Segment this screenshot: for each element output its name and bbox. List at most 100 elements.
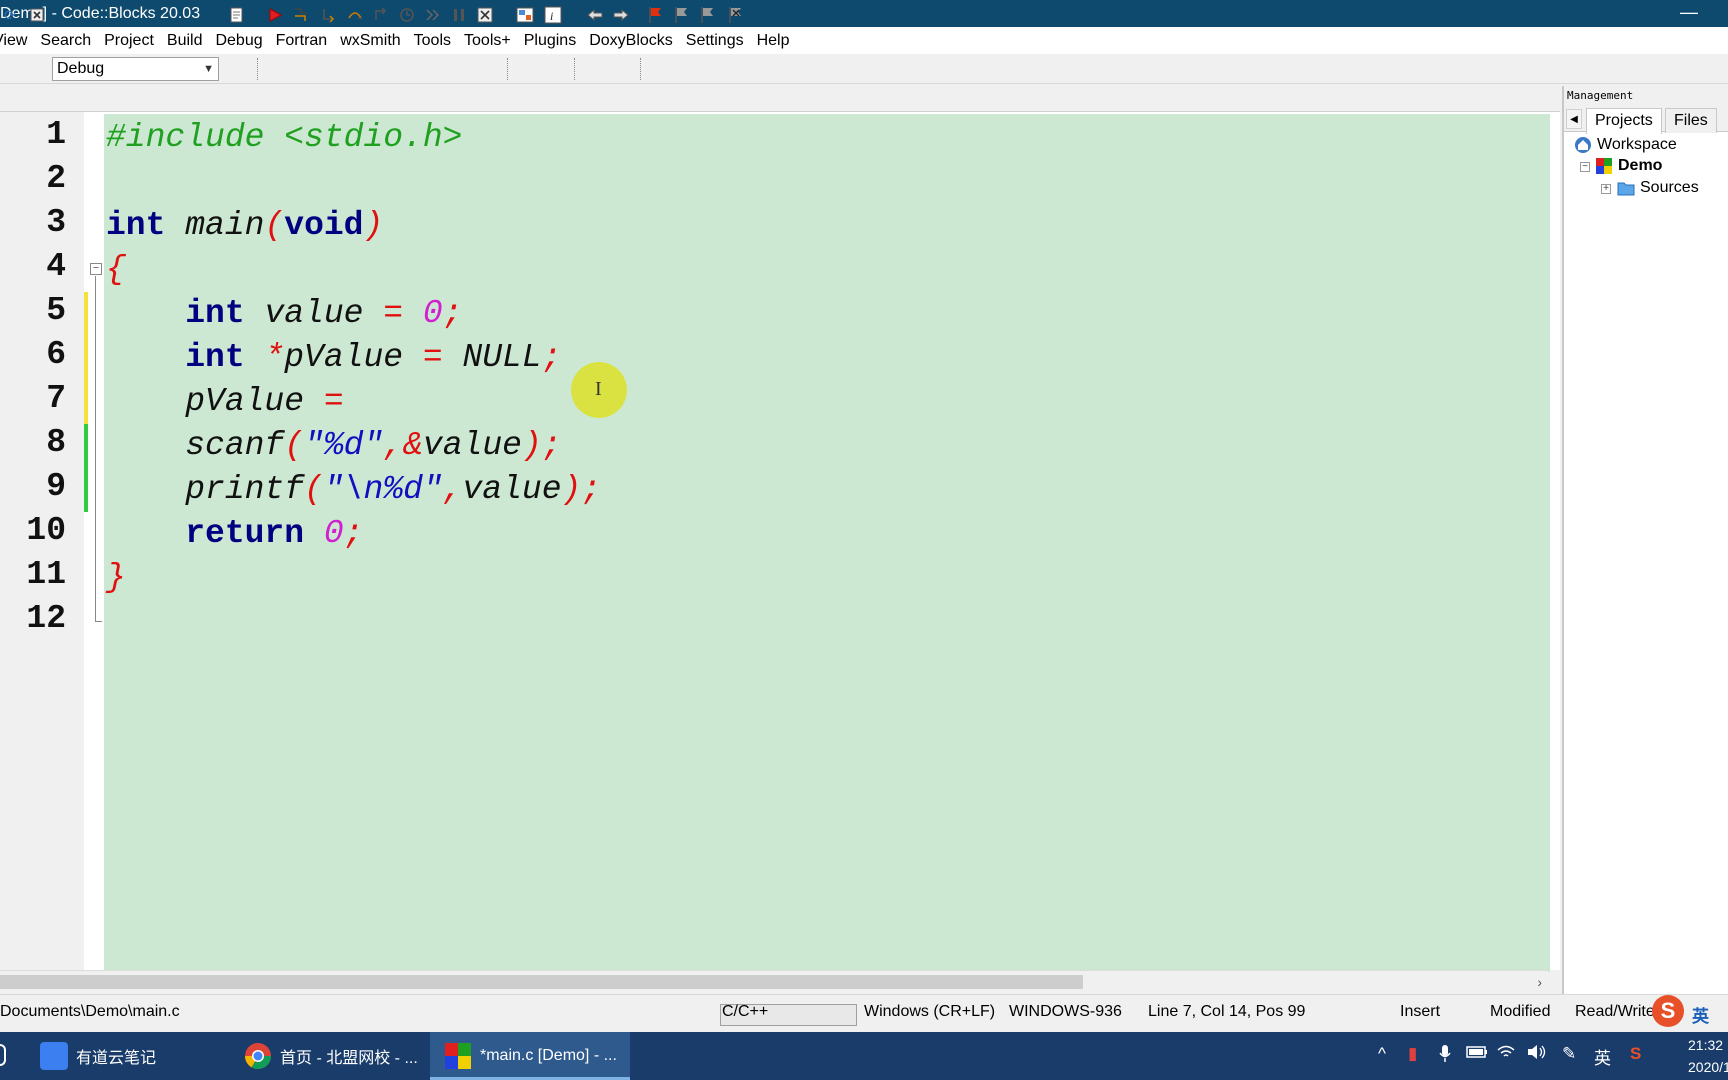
stop-debugger-icon[interactable] (476, 6, 494, 24)
clear-bookmarks-icon[interactable] (726, 6, 744, 24)
line-number: 8 (46, 424, 66, 461)
panel-tabs: ◀ Projects Files (1564, 106, 1728, 134)
microphone-icon[interactable] (1438, 1044, 1452, 1069)
keyword: int (185, 295, 245, 332)
menu-doxyblocks[interactable]: DoxyBlocks (582, 32, 679, 50)
collapse-icon[interactable]: − (1580, 162, 1590, 172)
tree-label: Workspace (1597, 136, 1677, 153)
horizontal-scrollbar[interactable]: › (0, 970, 1548, 992)
chrome-icon (244, 1043, 272, 1070)
status-modified: Modified (1490, 1003, 1551, 1020)
status-cursor-position: Line 7, Col 14, Pos 99 (1148, 1003, 1306, 1020)
tray-chevron-icon[interactable]: ^ (1378, 1044, 1386, 1064)
debug-windows-icon[interactable] (516, 6, 534, 24)
menu-build[interactable]: Build (160, 32, 209, 50)
toolbar-separator (640, 58, 641, 80)
build-target-select[interactable]: Debug ▼ (52, 57, 219, 81)
fold-toggle-icon[interactable]: − (90, 263, 102, 275)
tray-app-icon[interactable]: ▮ (1408, 1044, 1417, 1064)
menu-help[interactable]: Help (750, 32, 796, 50)
menu-search[interactable]: Search (33, 32, 97, 50)
toolbar-separator (507, 58, 508, 80)
debug-step-icon[interactable] (292, 6, 310, 24)
next-instruction-icon[interactable] (398, 6, 416, 24)
wifi-icon[interactable] (1496, 1044, 1516, 1065)
string-literal: "%d" (304, 427, 384, 464)
ime-logo-icon[interactable]: S (1652, 995, 1684, 1027)
identifier: printf (185, 471, 305, 508)
menu-plugins[interactable]: Plugins (517, 32, 582, 50)
line-number: 3 (46, 204, 66, 241)
keyword: void (284, 207, 364, 244)
battery-icon[interactable] (1466, 1044, 1488, 1064)
menu-debug[interactable]: Debug (208, 32, 268, 50)
code-line-5: int value = 0; (106, 292, 462, 336)
menu-fortran[interactable]: Fortran (269, 32, 334, 50)
tree-label: Demo (1618, 157, 1663, 174)
scrollbar-thumb[interactable] (0, 975, 1083, 989)
build-target-value: Debug (57, 60, 105, 77)
target-dialog-icon[interactable] (228, 6, 246, 24)
menu-tools[interactable]: Tools (407, 32, 457, 50)
clock-time: 21:32 (1688, 1037, 1724, 1053)
identifier: pValue (185, 383, 324, 420)
abort-icon[interactable] (28, 6, 46, 24)
tree-sources[interactable]: Sources (1617, 179, 1699, 197)
jump-back-icon[interactable] (586, 6, 604, 24)
line-number: 5 (46, 292, 66, 329)
sogou-tray-icon[interactable]: S (1630, 1044, 1641, 1064)
pen-icon[interactable]: ✎ (1562, 1044, 1576, 1064)
operator: } (106, 559, 126, 596)
youdao-note-icon (40, 1042, 68, 1070)
tab-projects[interactable]: Projects (1586, 108, 1662, 134)
keyword: int (185, 339, 245, 376)
menu-project[interactable]: Project (97, 32, 160, 50)
tab-files[interactable]: Files (1665, 108, 1717, 133)
tree-label: Sources (1640, 179, 1699, 196)
status-insert-mode: Insert (1400, 1003, 1441, 1020)
step-instruction-icon[interactable] (424, 6, 442, 24)
expand-icon[interactable]: + (1601, 184, 1611, 194)
clock[interactable]: 21:32 2020/10 (1688, 1034, 1728, 1078)
code-line-11: } (106, 556, 126, 600)
jump-forward-icon[interactable] (612, 6, 630, 24)
tree-workspace[interactable]: Workspace (1574, 136, 1677, 154)
step-into-icon[interactable] (320, 6, 338, 24)
toggle-bookmark-icon[interactable] (646, 6, 664, 24)
menu-tools-plus[interactable]: Tools+ (457, 32, 517, 50)
taskbar-item-chrome[interactable]: 首页 - 北盟网校 - ... (236, 1032, 426, 1080)
scroll-right-icon[interactable]: › (1537, 971, 1542, 993)
step-out-icon[interactable] (372, 6, 390, 24)
project-icon (1596, 158, 1612, 174)
menu-settings[interactable]: Settings (679, 32, 750, 50)
next-bookmark-icon[interactable] (698, 6, 716, 24)
ime-language[interactable]: 英 (1692, 1002, 1709, 1027)
unsaved-change-marker (84, 292, 88, 424)
rebuild-icon[interactable]: ⟳ (1, 6, 19, 24)
line-number: 10 (26, 512, 66, 549)
status-access: Read/Write (1575, 1003, 1655, 1020)
fold-end (95, 621, 102, 622)
info-icon[interactable]: i (544, 6, 562, 24)
line-number: 2 (46, 160, 66, 197)
management-panel: Management ◀ Projects Files Workspace − … (1562, 86, 1728, 994)
menu-wxsmith[interactable]: wxSmith (333, 32, 406, 50)
volume-icon[interactable] (1526, 1044, 1548, 1065)
step-over-icon[interactable] (346, 6, 364, 24)
input-language[interactable]: 英 (1594, 1044, 1611, 1069)
minimize-button[interactable]: — (1680, 0, 1698, 24)
taskbar-item-codeblocks[interactable]: *main.c [Demo] - ... (430, 1032, 630, 1080)
toolbar (0, 54, 1728, 84)
line-number: 7 (46, 380, 66, 417)
run-icon[interactable] (266, 6, 284, 24)
operator: * (244, 339, 285, 376)
search-icon[interactable] (0, 1044, 6, 1066)
status-file-path: Documents\Demo\main.c (0, 1003, 180, 1020)
tree-project[interactable]: Demo (1595, 157, 1662, 175)
line-number: 11 (26, 556, 66, 593)
pause-icon[interactable] (450, 6, 468, 24)
taskbar-item-youdao[interactable]: 有道云笔记 (30, 1032, 235, 1080)
previous-bookmark-icon[interactable] (672, 6, 690, 24)
tab-scroll-left-icon[interactable]: ◀ (1566, 109, 1582, 129)
menu-view[interactable]: View (0, 32, 33, 50)
